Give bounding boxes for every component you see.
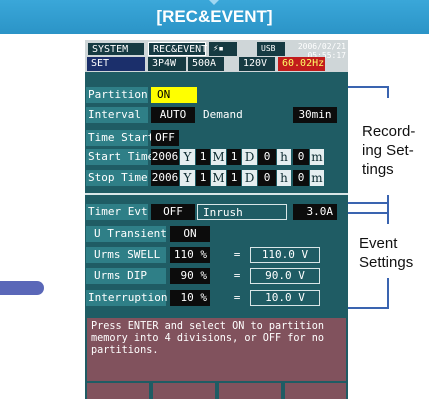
event-bracket-top: [348, 202, 389, 204]
banner-title: [REC&EVENT]: [156, 7, 273, 26]
function-key-bar: [85, 383, 348, 399]
stop-minute-unit: m: [310, 170, 324, 186]
stop-time-label: Stop Time: [86, 170, 148, 186]
event-settings-callout: Event Settings: [359, 235, 414, 271]
demand-label: Demand: [197, 107, 289, 123]
swell-equals: =: [233, 248, 241, 261]
stop-year[interactable]: 2006: [151, 170, 179, 186]
tab-set[interactable]: SET: [87, 57, 145, 71]
stop-month[interactable]: 1: [196, 170, 210, 186]
help-message: Press ENTER and select ON to partition m…: [87, 318, 346, 381]
u-transient-value[interactable]: ON: [170, 226, 210, 242]
stop-minute[interactable]: 0: [293, 170, 309, 186]
dip-equals: =: [233, 269, 241, 282]
interval-value[interactable]: AUTO: [151, 107, 195, 123]
voltage-range: 120V: [239, 57, 275, 71]
timer-evt-value[interactable]: OFF: [151, 204, 195, 220]
function-key-4[interactable]: [285, 383, 346, 399]
dip-label: Urms DIP: [86, 268, 166, 284]
interruption-value[interactable]: 10 %: [170, 290, 210, 306]
function-key-2[interactable]: [153, 383, 215, 399]
time-start-label: Time Start: [86, 130, 155, 146]
status-bar: SYSTEM REC&EVENT ⚡▪ USB 2006/02/21 05:55…: [85, 40, 348, 72]
start-day[interactable]: 1: [227, 149, 241, 165]
event-bracket-bottom: [348, 307, 389, 309]
side-tab: [0, 281, 44, 295]
start-hour[interactable]: 0: [258, 149, 276, 165]
swell-value[interactable]: 110 %: [170, 247, 210, 263]
swell-label: Urms SWELL: [86, 247, 166, 263]
interval-label: Interval: [86, 107, 148, 123]
start-time-label: Start Time: [86, 149, 155, 165]
stop-month-unit: M: [211, 170, 226, 186]
device-screen: SYSTEM REC&EVENT ⚡▪ USB 2006/02/21 05:55…: [85, 40, 348, 399]
tab-recevent[interactable]: REC&EVENT: [148, 42, 207, 56]
tab-system[interactable]: SYSTEM: [87, 42, 145, 56]
start-hour-unit: h: [277, 149, 291, 165]
interruption-label: Interruption: [86, 290, 168, 306]
event-bracket-upper: [387, 202, 389, 224]
function-key-1[interactable]: [87, 383, 149, 399]
dip-result: 90.0 V: [250, 268, 320, 284]
inrush-value[interactable]: 3.0A: [293, 204, 337, 220]
inrush-label: Inrush: [197, 204, 287, 220]
plug-icon: ⚡▪: [209, 42, 237, 56]
start-year-unit: Y: [180, 149, 195, 165]
date-text: 2006/02/21: [297, 42, 346, 51]
stop-day[interactable]: 1: [227, 170, 241, 186]
stop-hour-unit: h: [277, 170, 291, 186]
stop-day-unit: D: [242, 170, 257, 186]
start-year[interactable]: 2006: [151, 149, 179, 165]
partition-label: Partition: [86, 87, 148, 103]
recording-bracket-upper: [387, 86, 389, 98]
start-minute-unit: m: [310, 149, 324, 165]
interruption-result: 10.0 V: [250, 290, 320, 306]
demand-value[interactable]: 30min: [293, 107, 337, 123]
swell-result: 110.0 V: [250, 247, 320, 263]
function-key-3[interactable]: [219, 383, 281, 399]
interruption-equals: =: [233, 291, 241, 304]
event-bracket-lower: [387, 278, 389, 309]
recording-settings-callout: Record- ing Set- tings: [362, 123, 416, 178]
current-range: 500A: [188, 57, 224, 71]
section-banner: [REC&EVENT]: [0, 0, 429, 34]
dip-value[interactable]: 90 %: [170, 268, 210, 284]
start-day-unit: D: [242, 149, 257, 165]
time-start-value[interactable]: OFF: [151, 130, 179, 146]
stop-hour[interactable]: 0: [258, 170, 276, 186]
recording-bracket-top: [348, 86, 389, 88]
wiring-value: 3P4W: [148, 57, 186, 71]
u-transient-label: U Transient: [86, 226, 167, 242]
timer-evt-label: Timer Evt: [86, 204, 148, 220]
partition-value[interactable]: ON: [151, 87, 197, 103]
usb-indicator: USB: [257, 42, 285, 56]
banner-pointer: [209, 0, 219, 5]
start-month-unit: M: [211, 149, 226, 165]
stop-year-unit: Y: [180, 170, 195, 186]
frequency-value: 60.02Hz: [278, 57, 325, 71]
start-month[interactable]: 1: [196, 149, 210, 165]
start-minute[interactable]: 0: [293, 149, 309, 165]
recording-bracket-bottom: [348, 212, 389, 214]
section-divider: [85, 193, 348, 195]
